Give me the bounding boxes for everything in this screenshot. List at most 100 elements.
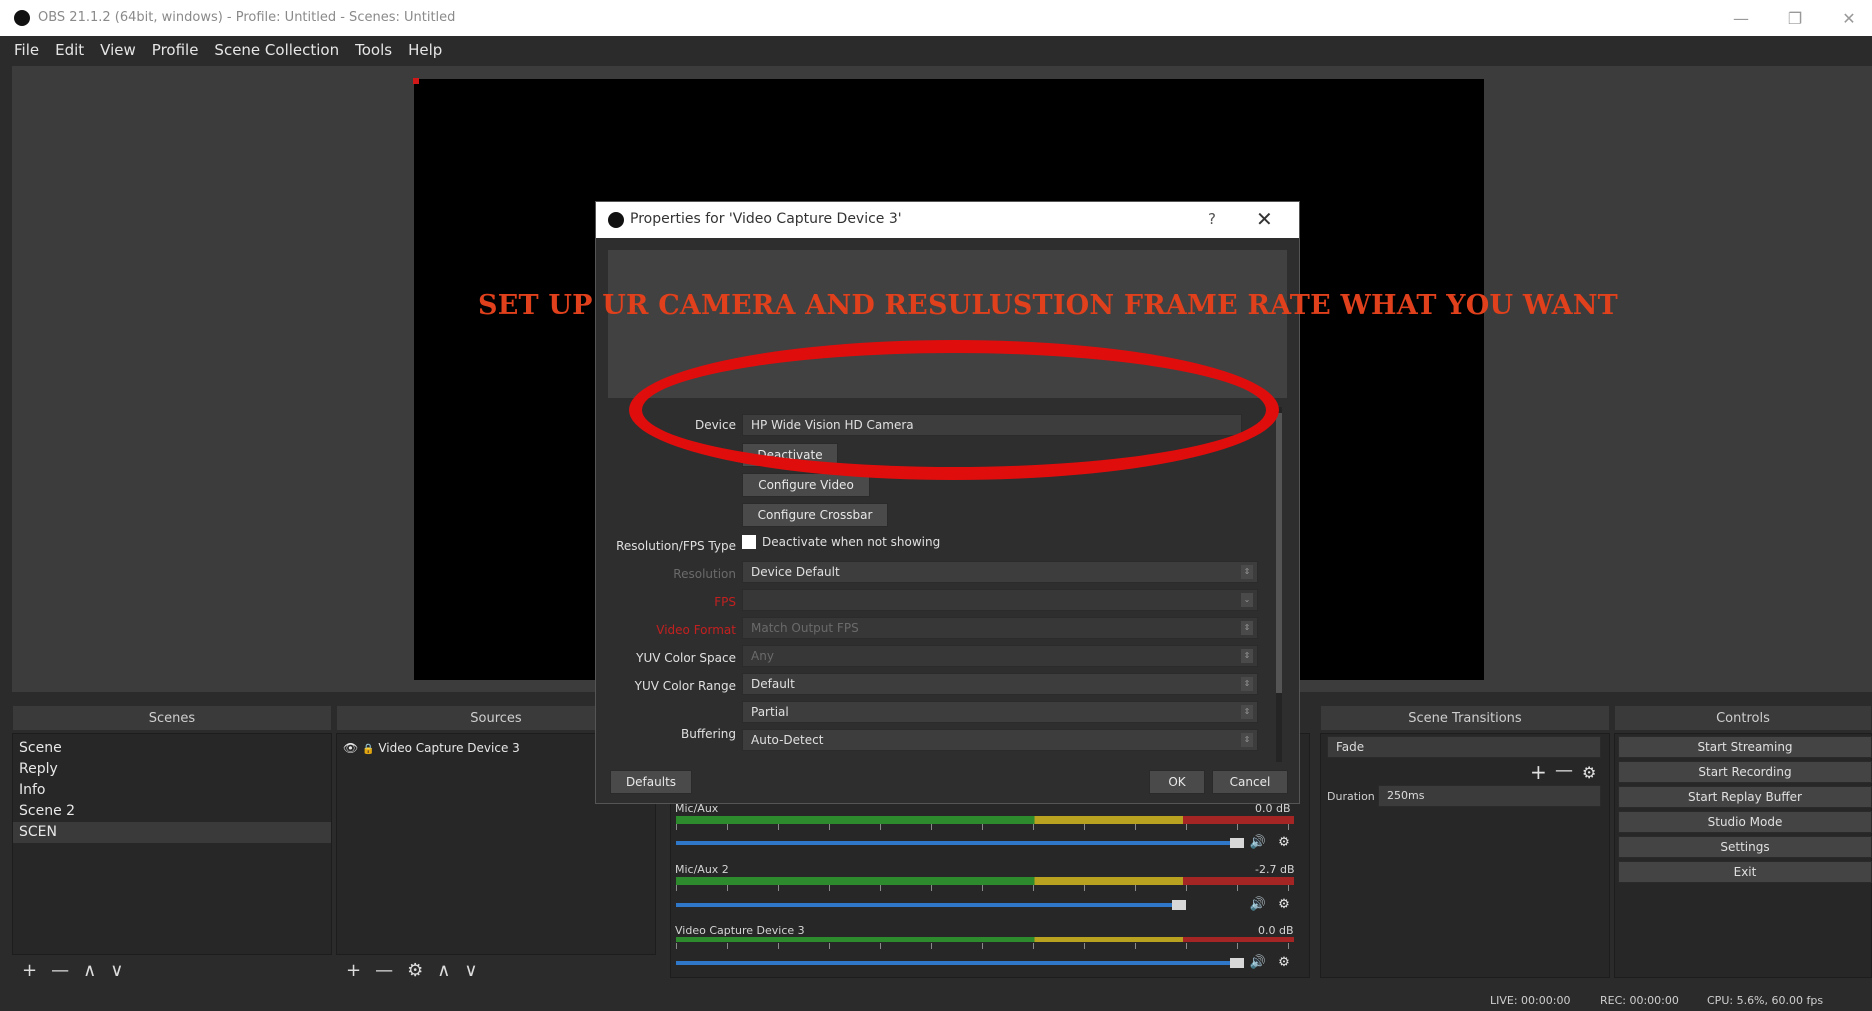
transitions-dock-title: Scene Transitions xyxy=(1320,705,1610,731)
res-type-select[interactable]: Device Default ⇕ xyxy=(742,561,1258,583)
transition-select[interactable]: Fade xyxy=(1327,736,1601,758)
scene-item-selected[interactable]: SCEN xyxy=(13,822,331,843)
ok-button[interactable]: OK xyxy=(1149,770,1205,794)
defaults-button[interactable]: Defaults xyxy=(610,770,692,794)
speaker-icon[interactable]: 🔊 xyxy=(1250,955,1266,970)
mixer-gear-icon[interactable]: ⚙ xyxy=(1277,897,1291,912)
mixer-channel-name: Mic/Aux 2 xyxy=(675,863,729,876)
duration-label: Duration xyxy=(1327,790,1375,803)
add-source-button[interactable]: + xyxy=(346,960,361,981)
yuv-range-value: Partial xyxy=(751,705,789,719)
cancel-button[interactable]: Cancel xyxy=(1212,770,1288,794)
menu-scene-collection[interactable]: Scene Collection xyxy=(214,41,339,59)
exit-button[interactable]: Exit xyxy=(1618,861,1872,883)
settings-button[interactable]: Settings xyxy=(1618,836,1872,858)
yuv-range-select[interactable]: Partial ⇕ xyxy=(742,701,1258,723)
volume-fader-handle[interactable] xyxy=(1230,838,1244,848)
fps-select[interactable]: Match Output FPS ⇕ xyxy=(742,617,1258,639)
live-timer: LIVE: 00:00:00 xyxy=(1490,994,1571,1007)
deactivate-checkbox-label: Deactivate when not showing xyxy=(762,535,941,549)
mixer-gear-icon[interactable]: ⚙ xyxy=(1277,955,1291,970)
scrollbar-thumb[interactable] xyxy=(1276,413,1282,693)
meter-ticks xyxy=(676,943,1294,949)
volume-fader-handle[interactable] xyxy=(1172,900,1186,910)
properties-scrollbar[interactable] xyxy=(1276,407,1282,762)
volume-fader[interactable] xyxy=(676,903,1186,907)
menu-edit[interactable]: Edit xyxy=(55,41,84,59)
start-replay-buffer-button[interactable]: Start Replay Buffer xyxy=(1618,786,1872,808)
eye-icon[interactable]: 👁 xyxy=(343,741,358,755)
transition-select-value: Fade xyxy=(1336,740,1365,754)
scene-item[interactable]: Scene 2 xyxy=(13,801,331,822)
move-scene-up-button[interactable]: ∧ xyxy=(83,960,96,981)
status-bar: LIVE: 00:00:00 REC: 00:00:00 CPU: 5.6%, … xyxy=(0,990,1872,1011)
mixer-channel-db: 0.0 dB xyxy=(1258,924,1294,937)
close-window-button[interactable]: ✕ xyxy=(1826,4,1872,32)
resolution-label: Resolution xyxy=(673,567,736,581)
transition-gear-icon[interactable]: ⚙ xyxy=(1582,763,1596,782)
move-source-down-button[interactable]: ∨ xyxy=(464,960,477,981)
obs-logo-icon xyxy=(608,212,624,228)
chevron-updown-icon: ⇕ xyxy=(1241,733,1253,747)
yuv-space-value: Default xyxy=(751,677,795,691)
duration-input[interactable]: 250ms xyxy=(1378,785,1601,807)
dialog-close-button[interactable]: ✕ xyxy=(1256,207,1273,231)
chevron-updown-icon: ⇕ xyxy=(1241,649,1253,663)
move-source-up-button[interactable]: ∧ xyxy=(437,960,450,981)
video-format-select[interactable]: Any ⇕ xyxy=(742,645,1258,667)
dialog-title: Properties for 'Video Capture Device 3' xyxy=(630,211,902,227)
start-streaming-button[interactable]: Start Streaming xyxy=(1618,736,1872,758)
move-scene-down-button[interactable]: ∨ xyxy=(110,960,123,981)
window-title: OBS 21.1.2 (64bit, windows) - Profile: U… xyxy=(38,10,456,25)
scene-item[interactable]: Info xyxy=(13,780,331,801)
menu-file[interactable]: File xyxy=(14,41,39,59)
menu-profile[interactable]: Profile xyxy=(152,41,199,59)
volume-fader[interactable] xyxy=(676,961,1244,965)
window-title-bar: OBS 21.1.2 (64bit, windows) - Profile: U… xyxy=(0,0,1872,36)
remove-scene-button[interactable]: — xyxy=(51,960,69,981)
configure-video-button[interactable]: Configure Video xyxy=(742,473,870,497)
source-properties-gear-icon[interactable]: ⚙ xyxy=(407,960,423,981)
dialog-help-button[interactable]: ? xyxy=(1208,210,1216,228)
speaker-icon[interactable]: 🔊 xyxy=(1250,835,1266,850)
annotation-ellipse xyxy=(629,340,1279,480)
menu-bar: File Edit View Profile Scene Collection … xyxy=(0,36,1872,64)
yuv-space-select[interactable]: Default ⇕ xyxy=(742,673,1258,695)
deactivate-checkbox[interactable] xyxy=(742,535,756,549)
configure-crossbar-button[interactable]: Configure Crossbar xyxy=(742,503,888,527)
cpu-fps: CPU: 5.6%, 60.00 fps xyxy=(1707,994,1824,1007)
volume-fader[interactable] xyxy=(676,841,1244,845)
scenes-dock-title: Scenes xyxy=(12,705,332,731)
volume-meter xyxy=(676,877,1294,885)
menu-tools[interactable]: Tools xyxy=(355,41,392,59)
scene-item[interactable]: Scene xyxy=(13,738,331,759)
volume-meter xyxy=(676,937,1294,942)
start-recording-button[interactable]: Start Recording xyxy=(1618,761,1872,783)
sources-toolbar: + — ⚙ ∧ ∨ xyxy=(336,955,656,985)
scene-item[interactable]: Reply xyxy=(13,759,331,780)
menu-help[interactable]: Help xyxy=(408,41,442,59)
volume-fader-handle[interactable] xyxy=(1230,958,1244,968)
source-handle[interactable] xyxy=(413,78,419,84)
menu-view[interactable]: View xyxy=(100,41,136,59)
add-scene-button[interactable]: + xyxy=(22,960,37,981)
add-transition-button[interactable]: + xyxy=(1530,760,1547,784)
yuv-range-label: YUV Color Range xyxy=(634,679,736,693)
speaker-icon[interactable]: 🔊 xyxy=(1250,897,1266,912)
minimize-button[interactable]: — xyxy=(1718,4,1764,32)
buffering-select[interactable]: Auto-Detect ⇕ xyxy=(742,729,1258,751)
fps-label: FPS xyxy=(714,595,736,609)
lock-icon[interactable]: 🔒 xyxy=(362,744,374,755)
source-item-label: Video Capture Device 3 xyxy=(378,741,520,755)
mixer-channel-name: Video Capture Device 3 xyxy=(675,924,805,937)
maximize-button[interactable]: ❐ xyxy=(1772,4,1818,32)
remove-transition-button[interactable]: — xyxy=(1555,760,1573,781)
chevron-updown-icon: ⇕ xyxy=(1241,565,1253,579)
res-type-value: Device Default xyxy=(751,565,840,579)
meter-ticks xyxy=(676,885,1294,891)
remove-source-button[interactable]: — xyxy=(375,960,393,981)
studio-mode-button[interactable]: Studio Mode xyxy=(1618,811,1872,833)
mixer-gear-icon[interactable]: ⚙ xyxy=(1277,835,1291,850)
dialog-title-bar: Properties for 'Video Capture Device 3' … xyxy=(596,202,1299,238)
resolution-select[interactable]: ⌄ xyxy=(742,589,1258,611)
